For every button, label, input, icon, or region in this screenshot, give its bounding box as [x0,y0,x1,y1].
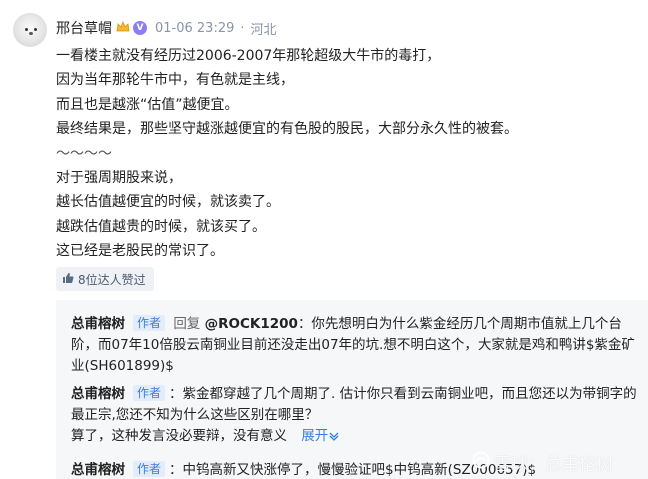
avatar-eye-right [34,28,37,31]
post-line: 对于强周期股来说， [56,169,182,186]
comment-author[interactable]: 总甫榕树 [71,386,125,402]
username[interactable]: 邢台草帽 [56,18,112,38]
avatar-eye-left [25,28,28,31]
comment-item[interactable]: 总甫榕树 作者 ：紫金都穿越了几个周期了. 估计你只看到云南铜业吧，而且您还以为带铜… [71,384,641,449]
post-timestamp: 01-06 23:29 [155,20,235,36]
author-tag: 作者 [133,385,166,401]
avatar[interactable] [13,13,47,47]
chevron-down-icon [328,428,340,449]
comment-author[interactable]: 总甫榕树 [71,316,125,332]
expand-label: 展开 [301,428,329,444]
mention-link[interactable]: @ROCK1200 [205,316,298,332]
post-line: 越跌估值越贵的时候，就该买了。 [56,218,266,235]
watermark-text: 雪球：总甫榕树 [494,455,613,475]
post-line: 越长估值越便宜的时候，就该卖了。 [56,194,280,211]
thumbs-up-icon [62,272,74,287]
comment-text-continued: 算了，这种发言没必要辩，没有意义 [71,428,287,444]
comment-item[interactable]: 总甫榕树 作者 回复 @ROCK1200：你先想明白为什么紫金经历几个周期市值就上… [71,314,641,377]
post-line: 因为当年那轮牛市中，有色就是主线， [56,72,294,89]
post-header: 邢台草帽 V 01-06 23:29 · 河北 [56,18,277,38]
meta-separator: · [240,20,245,36]
verified-icon: V [133,21,147,35]
post-line: 这已经是老股民的常识了。 [56,243,224,260]
author-tag: 作者 [133,461,166,477]
post-body: 一看楼主就没有经历过2006-2007年那轮超级大牛市的毒打， 因为当年那轮牛市… [56,44,641,264]
likes-button[interactable]: 8位达人赞过 [56,267,154,291]
expand-link[interactable]: 展开 [301,428,340,444]
post-location: 河北 [250,22,277,38]
watermark: 雪球：总甫榕树 [472,450,613,475]
comment-author[interactable]: 总甫榕树 [71,462,125,478]
crown-icon [116,19,130,38]
post-line: 最终结果是，那些坚守越涨越便宜的有色股的股民，大部分永久性的被套。 [56,121,518,138]
avatar-nose [29,32,33,35]
author-tag: 作者 [133,315,166,331]
post-line: 而且也是越涨“估值”越便宜。 [56,96,239,113]
post-line: ～～～～ [56,145,112,162]
snowball-logo-icon [472,451,490,474]
likes-label: 8位达人赞过 [78,272,146,287]
post-line: 一看楼主就没有经历过2006-2007年那轮超级大牛市的毒打， [56,48,441,64]
reply-label: 回复 [173,316,201,332]
